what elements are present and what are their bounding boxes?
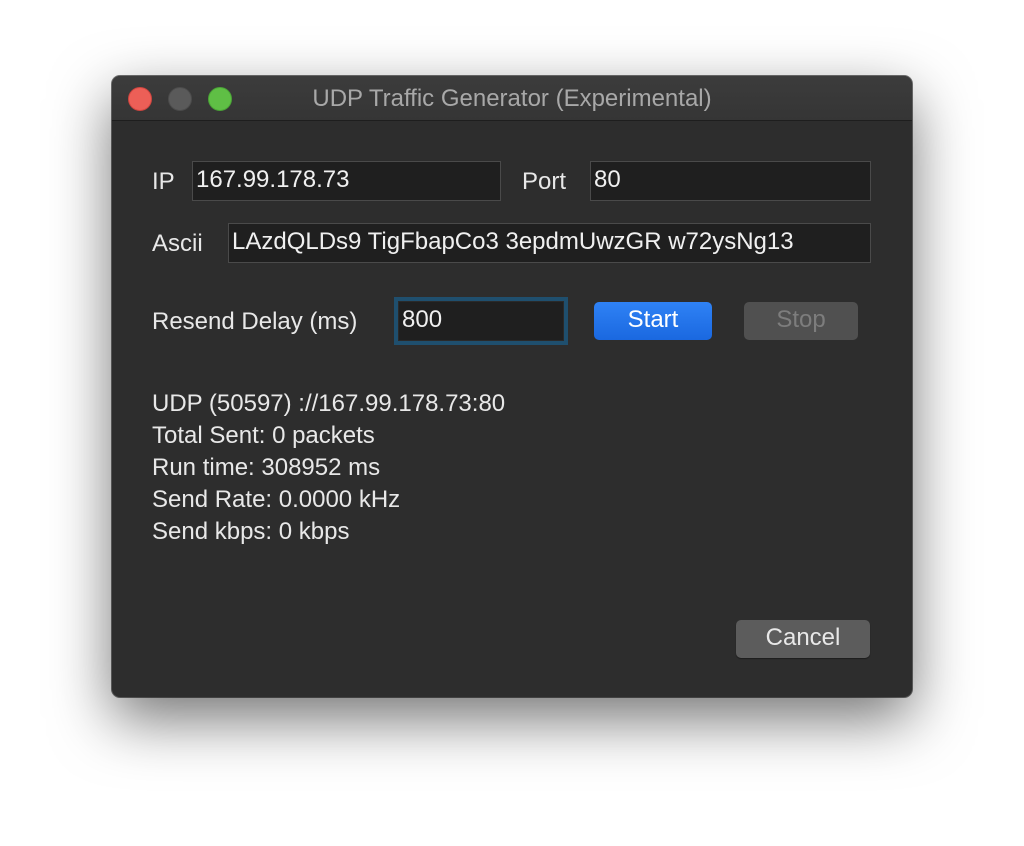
stop-button[interactable]: Stop <box>744 302 858 340</box>
resend-delay-field[interactable]: 800 <box>398 301 564 341</box>
cancel-button[interactable]: Cancel <box>736 620 870 658</box>
window-title: UDP Traffic Generator (Experimental) <box>312 85 712 112</box>
status-total-sent: Total Sent: 0 packets <box>152 422 375 449</box>
ascii-field[interactable]: LAzdQLDs9 TigFbapCo3 3epdmUwzGR w72ysNg1… <box>228 223 871 263</box>
ip-field[interactable]: 167.99.178.73 <box>192 161 501 201</box>
port-field[interactable]: 80 <box>590 161 871 201</box>
start-button[interactable]: Start <box>594 302 712 340</box>
resend-delay-label: Resend Delay (ms) <box>152 308 358 335</box>
ascii-label: Ascii <box>152 230 203 257</box>
ip-label: IP <box>152 168 175 195</box>
port-label: Port <box>522 168 567 195</box>
status-endpoint: UDP (50597) ://167.99.178.73:80 <box>152 390 506 417</box>
title-bar[interactable]: UDP Traffic Generator (Experimental) <box>112 76 912 121</box>
status-send-rate: Send Rate: 0.0000 kHz <box>152 486 401 513</box>
status-send-kbps: Send kbps: 0 kbps <box>152 518 350 545</box>
status-run-time: Run time: 308952 ms <box>152 454 381 481</box>
udp-generator-window: UDP Traffic Generator (Experimental) IP … <box>112 76 912 697</box>
status-panel: UDP (50597) ://167.99.178.73:80 Total Se… <box>152 388 505 548</box>
